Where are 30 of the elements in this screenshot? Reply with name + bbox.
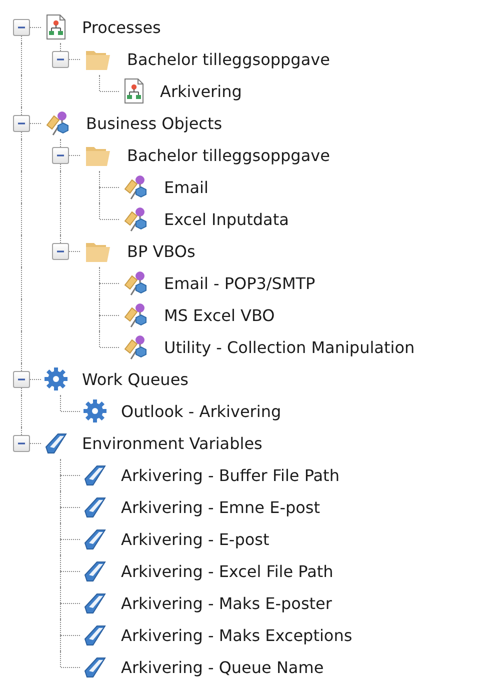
collapse-toggle[interactable]: [52, 147, 69, 164]
gear-icon: [82, 398, 108, 424]
tree-item-label[interactable]: Arkivering: [160, 82, 242, 100]
tree-item-label[interactable]: Arkivering - Queue Name: [121, 658, 324, 676]
tree-item-label[interactable]: Bachelor tilleggsoppgave: [127, 50, 330, 68]
tree-item-label[interactable]: Email: [164, 178, 208, 196]
tree-item-label[interactable]: Environment Variables: [82, 434, 262, 452]
tree-item-label[interactable]: BP VBOs: [127, 242, 196, 260]
tree-item-label[interactable]: Arkivering - Maks Exceptions: [121, 626, 352, 644]
tree-item-label[interactable]: Arkivering - Excel File Path: [121, 562, 334, 580]
tree-item-label[interactable]: Business Objects: [86, 114, 222, 132]
collapse-toggle[interactable]: [13, 371, 30, 388]
tree-item-label[interactable]: Outlook - Arkivering: [121, 402, 282, 420]
tree-item-label[interactable]: Excel Inputdata: [164, 210, 289, 228]
tree-item-label[interactable]: Utility - Collection Manipulation: [164, 338, 415, 356]
tree-item-label[interactable]: Email - POP3/SMTP: [164, 274, 316, 292]
tree-item-label[interactable]: Processes: [82, 18, 161, 36]
tree-item-label[interactable]: Arkivering - Emne E-post: [121, 498, 320, 516]
collapse-toggle[interactable]: [52, 243, 69, 260]
tree-item-label[interactable]: Arkivering - E-post: [121, 530, 270, 548]
tree-item-label[interactable]: Arkivering - Buffer File Path: [121, 466, 340, 484]
tree-item-label[interactable]: MS Excel VBO: [164, 306, 275, 324]
collapse-toggle[interactable]: [13, 19, 30, 36]
collapse-toggle[interactable]: [13, 435, 30, 452]
gear-icon: [43, 366, 69, 392]
collapse-toggle[interactable]: [13, 115, 30, 132]
tree-item-label[interactable]: Bachelor tilleggsoppgave: [127, 146, 330, 164]
collapse-toggle[interactable]: [52, 51, 69, 68]
tree-item-label[interactable]: Arkivering - Maks E-poster: [121, 594, 332, 612]
tree-item-label[interactable]: Work Queues: [82, 370, 188, 388]
